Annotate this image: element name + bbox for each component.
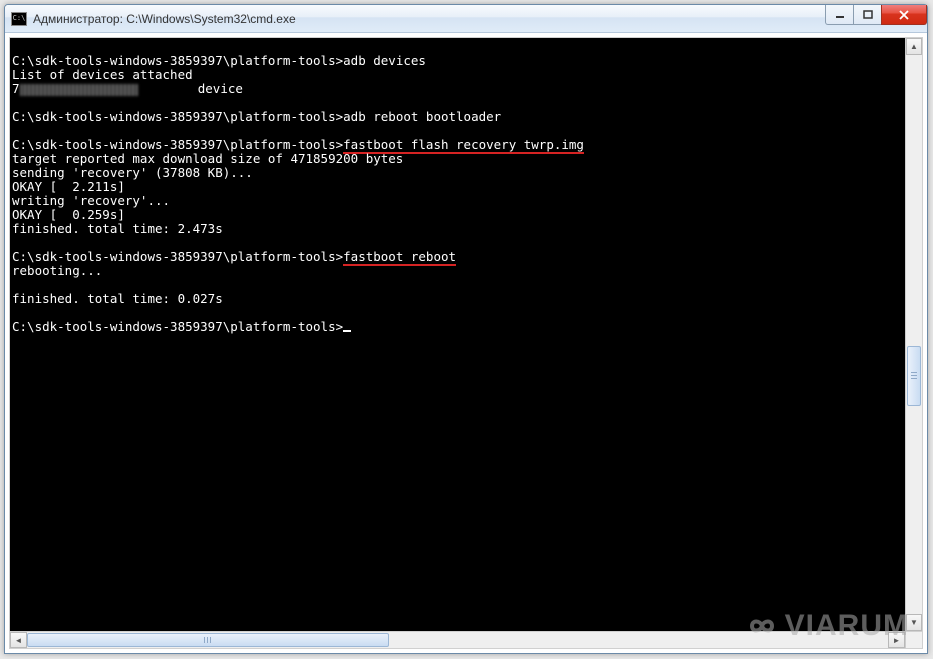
scroll-down-button[interactable]: ▼ — [906, 614, 922, 631]
redacted-serial — [20, 84, 138, 96]
cmd-icon — [11, 12, 27, 26]
scroll-right-button[interactable]: ► — [888, 632, 905, 648]
titlebar[interactable]: Администратор: C:\Windows\System32\cmd.e… — [5, 5, 927, 33]
cmd-window: Администратор: C:\Windows\System32\cmd.e… — [4, 4, 928, 654]
minimize-button[interactable] — [825, 5, 854, 25]
vscroll-track[interactable] — [906, 55, 922, 614]
terminal-output[interactable]: C:\sdk-tools-windows-3859397\platform-to… — [10, 38, 905, 631]
vscroll-thumb[interactable] — [907, 346, 921, 406]
cursor — [343, 330, 351, 332]
close-button[interactable] — [881, 5, 927, 25]
scroll-corner — [905, 632, 922, 648]
window-controls — [826, 5, 927, 25]
scroll-up-button[interactable]: ▲ — [906, 38, 922, 55]
maximize-button[interactable] — [853, 5, 882, 25]
hscroll-track[interactable] — [27, 632, 888, 648]
vertical-scrollbar[interactable]: ▲ ▼ — [905, 38, 922, 631]
horizontal-scrollbar[interactable]: ◄ ► — [9, 632, 923, 649]
scroll-left-button[interactable]: ◄ — [10, 632, 27, 648]
window-title: Администратор: C:\Windows\System32\cmd.e… — [33, 12, 296, 26]
client-area: C:\sdk-tools-windows-3859397\platform-to… — [5, 33, 927, 653]
hscroll-thumb[interactable] — [27, 633, 389, 647]
highlighted-command-reboot: fastboot reboot — [343, 249, 456, 266]
terminal-container: C:\sdk-tools-windows-3859397\platform-to… — [9, 37, 923, 632]
